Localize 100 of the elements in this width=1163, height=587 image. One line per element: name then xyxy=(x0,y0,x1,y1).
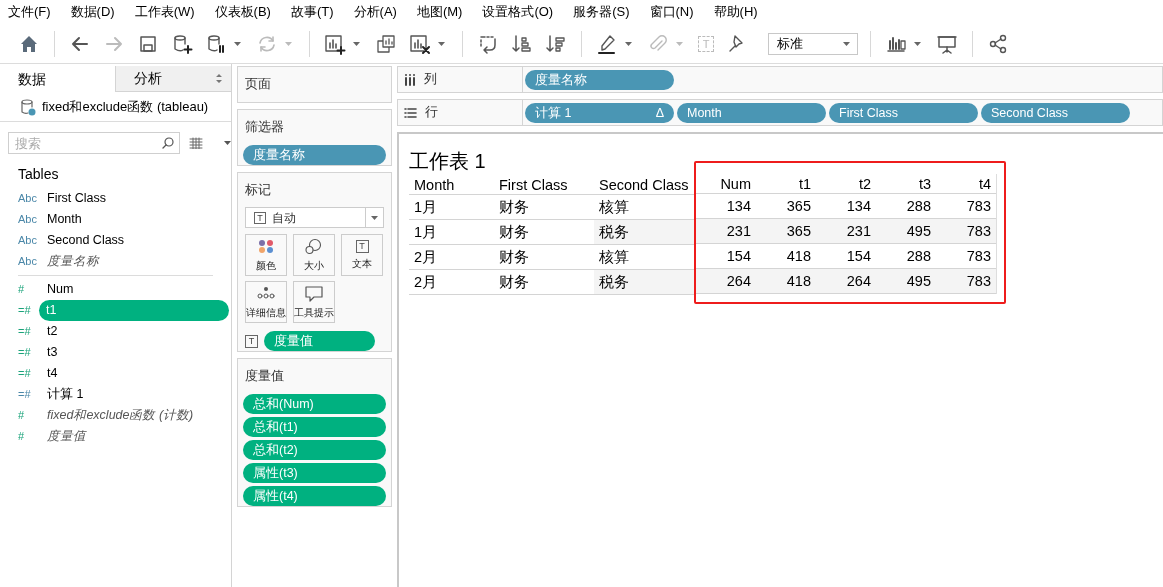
menu-item[interactable]: 数据(D) xyxy=(70,2,115,22)
data-field[interactable]: t2 xyxy=(40,321,58,342)
field-type-icon: Abc xyxy=(0,190,40,207)
table-cell: 783 xyxy=(936,269,996,293)
color-dots-icon xyxy=(256,237,276,255)
menu-item[interactable]: 窗口(N) xyxy=(649,2,694,22)
menu-item[interactable]: 工作表(W) xyxy=(134,2,195,22)
menu-item[interactable]: 故事(T) xyxy=(290,2,334,22)
caret-icon xyxy=(370,214,379,221)
caret-icon[interactable] xyxy=(352,40,361,47)
card-title: 筛选器 xyxy=(245,118,285,136)
menu-item[interactable]: 服务器(S) xyxy=(573,2,630,22)
column-header: Month xyxy=(413,176,456,194)
data-field[interactable]: First Class xyxy=(40,188,107,209)
shelf-label: 列 xyxy=(424,71,437,89)
table-cell-text: 2月 xyxy=(413,273,439,292)
table-cell-text: 财务 xyxy=(498,273,530,292)
field-type-icon: Abc xyxy=(0,211,40,228)
table-cell-text: 365 xyxy=(785,197,812,216)
table-cell: 495 xyxy=(876,219,936,243)
sort-icon xyxy=(215,73,223,84)
table-cell: 418 xyxy=(756,269,816,293)
menu-item[interactable]: 文件(F) xyxy=(8,2,51,22)
field-type-icon: =# xyxy=(0,302,40,319)
caret-icon[interactable] xyxy=(223,140,232,146)
table-cell-text: 134 xyxy=(845,197,872,216)
worksheet-title: 工作表 1 xyxy=(409,149,487,172)
text-mark-icon: T xyxy=(355,239,369,253)
caret-icon xyxy=(842,40,851,47)
menu-item[interactable]: 仪表板(B) xyxy=(214,2,271,22)
data-field[interactable]: fixed和exclude函数 (计数) xyxy=(40,405,194,426)
column-header: t3 xyxy=(917,175,932,193)
column-header: First Class xyxy=(498,176,569,194)
marks-button[interactable]: 大小 xyxy=(293,234,335,277)
table-cell: 231 xyxy=(696,219,756,243)
columns-icon xyxy=(404,73,416,86)
field-type-icon: =# xyxy=(0,365,40,382)
marks-button[interactable]: 工具提示 xyxy=(293,281,335,324)
data-field[interactable]: t4 xyxy=(40,363,58,384)
sort-ascending-icon[interactable] xyxy=(511,32,533,55)
new-chart-icon[interactable] xyxy=(324,32,346,55)
table-cell-text: 134 xyxy=(725,197,752,216)
database-pause-icon[interactable] xyxy=(205,32,227,55)
clear-chart-icon[interactable] xyxy=(409,32,431,55)
data-field[interactable]: 计算 1 xyxy=(40,384,84,405)
table-cell: 税务 xyxy=(594,270,694,294)
caret-icon[interactable] xyxy=(437,40,446,47)
table-cell: 365 xyxy=(756,219,816,243)
table-cell-text: 财务 xyxy=(498,248,530,267)
field-type-icon: Abc xyxy=(0,253,40,270)
share-icon[interactable] xyxy=(987,32,1009,55)
table-cell-text: 418 xyxy=(785,247,812,266)
table-cell-text: 2月 xyxy=(413,248,439,267)
marks-button[interactable]: 颜色 xyxy=(245,234,287,277)
table-cell-text: 288 xyxy=(905,247,932,266)
pane-tab[interactable]: 分析 xyxy=(115,66,231,92)
column-header: t1 xyxy=(797,175,812,193)
caret-icon[interactable] xyxy=(624,40,633,47)
table-cell-text: 154 xyxy=(725,247,752,266)
list-view-icon[interactable] xyxy=(189,137,203,149)
data-field[interactable]: t3 xyxy=(40,342,58,363)
table-cell: 税务 xyxy=(594,220,694,244)
table-cell: 264 xyxy=(696,269,756,293)
fit-select[interactable]: 标准 xyxy=(768,32,858,55)
card-title: 页面 xyxy=(245,76,272,93)
database-add-icon[interactable] xyxy=(171,32,193,55)
table-cell-text: 1月 xyxy=(413,198,439,217)
rows-icon xyxy=(404,107,417,118)
field-type-icon: # xyxy=(0,281,40,298)
card-title: 度量值 xyxy=(245,368,285,386)
table-cell: 231 xyxy=(816,219,876,243)
field-type-icon: Abc xyxy=(0,232,40,249)
datasource-name[interactable]: fixed和exclude函数 (tableau) xyxy=(42,96,209,117)
data-field[interactable]: Num xyxy=(40,279,74,300)
table-cell-text: 核算 xyxy=(598,198,630,217)
menu-item[interactable]: 设置格式(O) xyxy=(482,2,554,22)
section-heading: Tables xyxy=(17,165,60,184)
data-field[interactable]: Second Class xyxy=(40,230,125,251)
column-header: t4 xyxy=(977,175,992,193)
marks-button[interactable]: 详细信息 xyxy=(245,281,287,324)
field-type-icon: # xyxy=(0,428,40,445)
duplicate-chart-icon[interactable] xyxy=(375,32,397,55)
table-cell: 495 xyxy=(876,269,936,293)
marks-button[interactable]: T 文本 xyxy=(341,234,383,277)
caret-icon[interactable] xyxy=(233,40,242,47)
data-field[interactable]: Month xyxy=(40,209,82,230)
data-field[interactable]: 度量值 xyxy=(40,426,86,447)
field-type-icon: =# xyxy=(0,386,40,403)
card-title: 标记 xyxy=(245,181,272,199)
menu-item[interactable]: 分析(A) xyxy=(353,2,397,22)
search-field[interactable]: 搜索 xyxy=(8,132,180,154)
column-header: Num xyxy=(719,175,752,193)
sort-descending-icon[interactable] xyxy=(545,32,567,55)
menu-item[interactable]: 帮助(H) xyxy=(713,2,758,22)
mark-type-select[interactable]: T 自动 xyxy=(245,207,384,229)
field-type-icon: =# xyxy=(0,323,40,340)
caret-icon[interactable] xyxy=(913,40,922,47)
shelf-label: 行 xyxy=(425,104,438,122)
data-field[interactable]: 度量名称 xyxy=(40,251,99,272)
menu-item[interactable]: 地图(M) xyxy=(416,2,463,22)
